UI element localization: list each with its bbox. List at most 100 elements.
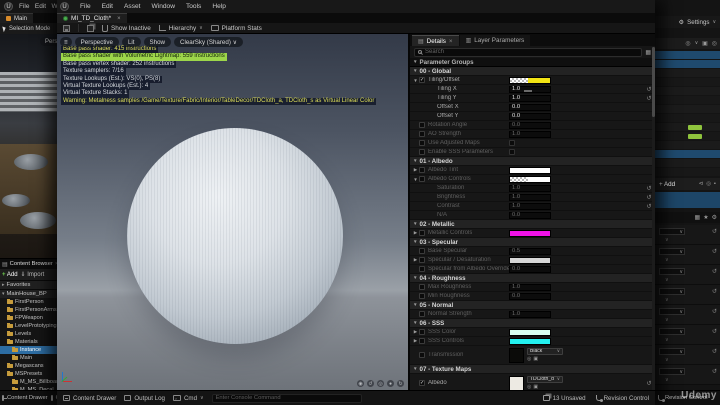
property-row[interactable]: ∨↺∨ (655, 285, 720, 305)
override-checkbox[interactable] (419, 230, 425, 236)
sphere-icon[interactable]: ● (387, 380, 394, 387)
folder-icon[interactable]: ▣ (702, 40, 708, 47)
search-box[interactable] (414, 48, 642, 57)
browse-icon[interactable]: ▣ (533, 384, 538, 390)
output-log-button[interactable]: Output Log (124, 395, 165, 402)
param-row[interactable]: Min Roughness0.0 (410, 292, 655, 301)
scrollbar-thumb[interactable] (652, 47, 655, 117)
override-checkbox[interactable] (419, 352, 425, 358)
slider-grip[interactable] (524, 90, 532, 92)
override-checkbox[interactable] (419, 122, 425, 128)
hierarchy-button[interactable]: Hierarchy ∨ (159, 25, 203, 32)
viewport-pill-lit[interactable]: Lit (122, 37, 141, 47)
folder-tree-item[interactable]: FirstPerson (0, 298, 57, 306)
camera-icon[interactable]: ◉ (357, 380, 364, 387)
settings-icon[interactable]: ◎ (712, 40, 717, 47)
search-input[interactable] (425, 49, 638, 55)
param-group-header[interactable]: ▾07 - Texture Maps (410, 365, 655, 374)
unsaved-button[interactable]: 13 Unsaved (543, 395, 586, 402)
folder-tree-item[interactable]: Instance (0, 346, 57, 354)
star-icon[interactable]: ★ (703, 214, 708, 221)
param-group-header[interactable]: ▾02 - Metallic (410, 220, 655, 229)
color-swatch[interactable] (509, 167, 551, 174)
gear-icon[interactable]: ⚙ (712, 214, 717, 221)
param-row[interactable]: ▶Specular / Desaturation (410, 256, 655, 265)
param-row[interactable]: AO Strength1.0 (410, 130, 655, 139)
param-row[interactable]: Enable SSS Parameters (410, 148, 655, 157)
tab-main-level[interactable]: Main (0, 13, 33, 23)
viewport-menu-icon[interactable]: ≡ (60, 37, 72, 47)
param-group-header[interactable]: ▾01 - Albedo (410, 157, 655, 166)
outliner-row[interactable] (655, 60, 720, 69)
param-row[interactable]: Brightness1.0↺ (410, 193, 655, 202)
param-group-header[interactable]: ▾05 - Normal (410, 301, 655, 310)
param-row[interactable]: Base Specular0.5 (410, 247, 655, 256)
color-swatch[interactable] (509, 230, 551, 237)
close-icon[interactable]: × (449, 38, 453, 45)
override-checkbox[interactable] (419, 149, 425, 155)
outliner-row[interactable] (655, 168, 720, 177)
param-group-header[interactable]: ▾06 - SSS (410, 319, 655, 328)
dropdown-field[interactable]: ∨ (659, 348, 685, 355)
selection-mode-button[interactable]: Selection Mode (9, 26, 50, 32)
browse-icon[interactable]: ▣ (533, 356, 538, 362)
folder-tree-item[interactable]: Levels (0, 330, 57, 338)
override-checkbox[interactable] (419, 167, 425, 173)
revision-control-button[interactable]: Revision Control (596, 395, 649, 402)
color-swatch[interactable] (509, 257, 551, 264)
viewport-pill-show[interactable]: Show (144, 37, 171, 47)
root-folder-section[interactable]: ▾ MainHouse_BP (0, 289, 57, 298)
use-selected-icon[interactable]: ◎ (527, 356, 531, 362)
param-row[interactable]: Max Roughness1.0 (410, 283, 655, 292)
value-checkbox[interactable] (509, 140, 515, 146)
folder-tree-item[interactable]: MSPresets (0, 370, 57, 378)
texture-thumbnail[interactable] (509, 348, 524, 363)
texture-thumbnail[interactable] (509, 376, 524, 391)
override-checkbox[interactable] (419, 131, 425, 137)
dropdown-field[interactable]: ∨ (659, 268, 685, 275)
outliner-row[interactable] (655, 87, 720, 96)
outliner-row[interactable] (655, 51, 720, 60)
color-swatch[interactable] (509, 176, 551, 183)
outliner-row[interactable] (655, 78, 720, 87)
param-group-header[interactable]: ▾00 - Global (410, 67, 655, 76)
import-button[interactable]: ⇓ Import (21, 271, 45, 278)
menu-item-tools[interactable]: Tools (181, 2, 206, 11)
override-checkbox[interactable]: ✓ (419, 77, 425, 83)
param-row[interactable]: N/A0.0 (410, 211, 655, 220)
show-inactive-button[interactable]: Show Inactive (102, 25, 151, 32)
tab-layer-parameters[interactable]: ▥ Layer Parameters (460, 35, 531, 46)
folder-tree-item[interactable]: FPWeapon (0, 314, 57, 322)
param-row[interactable]: Offset X0.0 (410, 103, 655, 112)
help-icon[interactable]: ◎ (706, 181, 711, 187)
outliner-row[interactable] (655, 105, 720, 114)
param-row[interactable]: ▶Metallic Controls (410, 229, 655, 238)
outliner-row[interactable] (655, 69, 720, 78)
lock-icon[interactable]: ▪ (714, 181, 716, 187)
tab-details[interactable]: ▤ Details × (412, 35, 459, 46)
platform-stats-button[interactable]: Platform Stats (211, 25, 262, 32)
param-row[interactable]: ▶SSS Color (410, 328, 655, 337)
grid-icon[interactable]: ▦ (695, 214, 701, 221)
console-command-box[interactable] (212, 394, 362, 403)
browse-button[interactable] (87, 25, 94, 32)
value-field[interactable]: 0.5 (509, 248, 551, 255)
viewport-pill-perspective[interactable]: Perspective (75, 37, 119, 47)
param-row[interactable]: ▼✓Tiling/Offset (410, 76, 655, 85)
param-row[interactable]: ▶SSS Controls (410, 337, 655, 346)
dropdown-field[interactable]: ∨ (659, 248, 685, 255)
param-row[interactable]: TransmissionBlack∨◎▣ (410, 346, 655, 365)
folder-tree-item[interactable]: LevelPrototyping (0, 322, 57, 330)
property-row[interactable]: ∨↺∨ (655, 305, 720, 325)
reset-icon[interactable]: ↺ (712, 368, 717, 375)
param-row[interactable]: Specular from Albedo Override0.0 (410, 265, 655, 274)
override-checkbox[interactable] (419, 329, 425, 335)
value-field[interactable]: 0.0 (509, 104, 551, 111)
menu-item-file[interactable]: File (75, 2, 96, 11)
dropdown-field[interactable]: ∨ (659, 228, 685, 235)
param-group-header[interactable]: ▾03 - Specular (410, 238, 655, 247)
folder-tree-item[interactable]: Main (0, 354, 57, 362)
reset-icon[interactable]: ↺ (712, 288, 717, 295)
viewport-pill-clearsky-shared-[interactable]: ClearSky (Shared) ∨ (174, 37, 243, 47)
reset-icon[interactable]: ↺ (712, 228, 717, 235)
